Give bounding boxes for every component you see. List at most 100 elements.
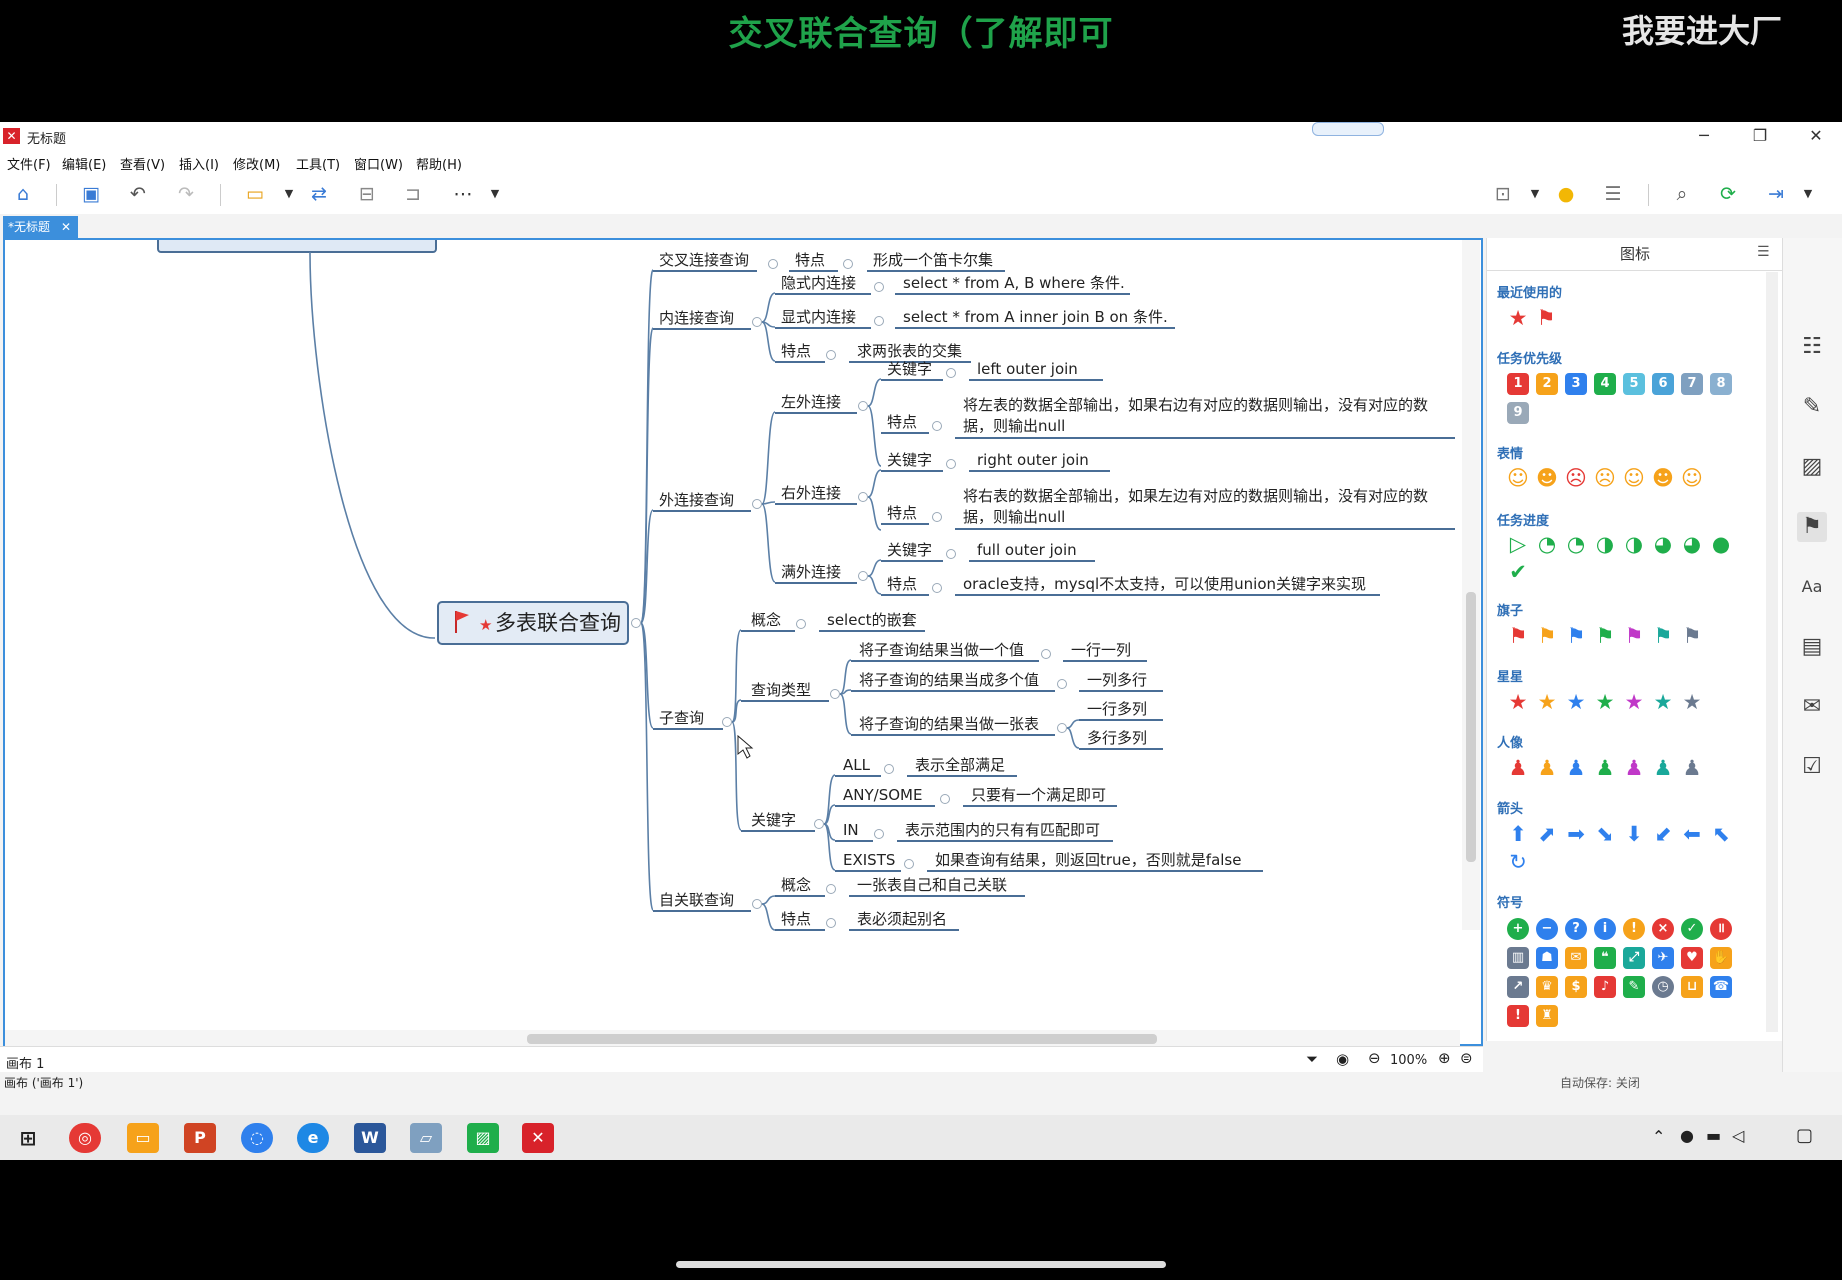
arrow-down-right-icon[interactable]: ⬊ [1592, 822, 1618, 846]
progress-start-icon[interactable]: ▷ [1505, 532, 1531, 556]
warning-icon[interactable]: ! [1623, 918, 1645, 940]
progress-7eighth-icon[interactable]: ● [1708, 532, 1734, 556]
priority-8-icon[interactable]: 8 [1710, 373, 1732, 395]
priority-5-icon[interactable]: 5 [1623, 373, 1645, 395]
windows-start-icon[interactable]: ⊞ [12, 1123, 44, 1153]
progress-half-icon[interactable]: ◑ [1621, 532, 1647, 556]
thermometer-icon[interactable]: ! [1507, 1005, 1529, 1027]
flag-icon[interactable]: ⚑ [1534, 624, 1560, 648]
star-icon[interactable]: ★ [1650, 690, 1676, 714]
section-stars[interactable]: 星星 [1497, 666, 1523, 685]
more-icon[interactable]: ⋯ [450, 182, 476, 206]
menu-modify[interactable]: 修改(M) [233, 154, 280, 173]
chevron-up-icon[interactable]: ⌃ [1652, 1127, 1665, 1146]
star-icon[interactable]: ★ [1563, 690, 1589, 714]
save-icon[interactable]: ▣ [78, 182, 104, 206]
section-symbols[interactable]: 符号 [1497, 892, 1523, 911]
presentation-icon[interactable]: ⊡ [1490, 182, 1516, 206]
horizontal-scroll-thumb[interactable] [527, 1034, 1157, 1044]
priority-3-icon[interactable]: 3 [1565, 373, 1587, 395]
section-months[interactable]: 月份 [1497, 1038, 1523, 1041]
minus-icon[interactable]: − [1536, 918, 1558, 940]
zoom-in-icon[interactable]: ⊕ [1438, 1049, 1451, 1067]
section-progress[interactable]: 任务进度 [1497, 510, 1549, 529]
neutral-icon[interactable]: ☺ [1679, 466, 1705, 490]
export-icon[interactable]: ⇥ [1763, 182, 1789, 206]
flag-icon[interactable]: ⚑ [1679, 624, 1705, 648]
dollar-icon[interactable]: $ [1565, 976, 1587, 998]
heart-icon[interactable]: ♥ [1681, 947, 1703, 969]
pencil-icon[interactable]: ✎ [1623, 976, 1645, 998]
progress-eighth-icon[interactable]: ◔ [1534, 532, 1560, 556]
person-icon[interactable]: ♟ [1621, 756, 1647, 780]
relationship-icon[interactable]: ⇄ [306, 182, 332, 206]
menu-insert[interactable]: 插入(I) [179, 154, 219, 173]
arrow-left-icon[interactable]: ⬅ [1679, 822, 1705, 846]
undo-icon[interactable]: ↶ [125, 182, 151, 206]
star-icon[interactable]: ★ [1621, 690, 1647, 714]
panel-scrollbar[interactable] [1766, 272, 1778, 1032]
star-icon[interactable]: ★ [1592, 690, 1618, 714]
contact-icon[interactable]: ☗ [1536, 947, 1558, 969]
info-icon[interactable]: i [1594, 918, 1616, 940]
sheet-tab[interactable]: 画布 1 [6, 1053, 44, 1072]
close-button[interactable]: ✕ [1796, 124, 1836, 148]
thumbs-up-icon[interactable]: ✋ [1710, 947, 1732, 969]
microphone-icon[interactable]: ● [1680, 1126, 1694, 1145]
arrow-down-icon[interactable]: ⬇ [1621, 822, 1647, 846]
notification-icon[interactable]: ▢ [1796, 1125, 1813, 1146]
comments-icon[interactable]: ✉ [1797, 692, 1827, 722]
markers-icon[interactable]: ⚑ [1797, 512, 1827, 542]
redo-icon[interactable]: ↷ [173, 182, 199, 206]
priority-4-icon[interactable]: 4 [1594, 373, 1616, 395]
star-icon[interactable]: ★ [1534, 690, 1560, 714]
section-arrows[interactable]: 箭头 [1497, 798, 1523, 817]
restore-button[interactable]: ❐ [1740, 124, 1780, 148]
comment-icon[interactable]: ✉ [1565, 947, 1587, 969]
chevron-down-icon[interactable]: ▼ [1522, 182, 1548, 206]
trophy-icon[interactable]: ♛ [1536, 976, 1558, 998]
priority-6-icon[interactable]: 6 [1652, 373, 1674, 395]
task-icon[interactable]: ☑ [1797, 752, 1827, 782]
powerpoint-icon[interactable]: P [184, 1123, 216, 1153]
check-icon[interactable]: ✓ [1681, 918, 1703, 940]
refresh-icon[interactable]: ↻ [1505, 850, 1531, 874]
flag-icon[interactable]: ⚑ [1563, 624, 1589, 648]
person-icon[interactable]: ♟ [1650, 756, 1676, 780]
airplane-icon[interactable]: ✈ [1652, 947, 1674, 969]
menu-help[interactable]: 帮助(H) [416, 154, 462, 173]
mindmap-canvas[interactable]: ★ 多表联合查询 交叉连接查询 特点 形成一个笛卡尔集 内连接查询 隐式内连接 … [3, 238, 1483, 1046]
progress-5eighth-icon[interactable]: ◕ [1650, 532, 1676, 556]
search-icon[interactable]: ⌕ [1669, 182, 1695, 206]
cross-icon[interactable]: × [1652, 918, 1674, 940]
chevron-down-icon[interactable]: ▼ [482, 182, 508, 206]
fit-icon[interactable]: ⊜ [1460, 1049, 1473, 1067]
close-tab-icon[interactable]: ✕ [61, 216, 71, 238]
music-icon[interactable]: ♪ [1594, 976, 1616, 998]
brainstorm-icon[interactable]: ● [1553, 182, 1579, 206]
menu-edit[interactable]: 编辑(E) [62, 154, 106, 173]
filter-icon[interactable]: ⏷ [1306, 1050, 1318, 1068]
notepad-icon[interactable]: ▱ [410, 1123, 442, 1153]
priority-9-icon[interactable]: 9 [1507, 402, 1529, 424]
phone-icon[interactable]: ☎ [1710, 976, 1732, 998]
drag-handle[interactable] [1312, 122, 1384, 136]
section-flags[interactable]: 旗子 [1497, 600, 1523, 619]
person-icon[interactable]: ♟ [1592, 756, 1618, 780]
file-explorer-icon[interactable]: ▭ [127, 1123, 159, 1153]
question-icon[interactable]: ? [1565, 918, 1587, 940]
xmind-taskbar-icon[interactable]: ✕ [522, 1123, 554, 1153]
browser-icon[interactable]: ◌ [241, 1123, 273, 1153]
share-icon[interactable]: ⟳ [1715, 182, 1741, 206]
section-emotion[interactable]: 表情 [1497, 443, 1523, 462]
section-priority[interactable]: 任务优先级 [1497, 348, 1562, 367]
arrow-right-icon[interactable]: ➡ [1563, 822, 1589, 846]
flag-icon[interactable]: ⚑ [1621, 624, 1647, 648]
vertical-scroll-thumb[interactable] [1466, 592, 1476, 862]
menu-window[interactable]: 窗口(W) [354, 154, 403, 173]
volume-icon[interactable]: ◁ [1732, 1126, 1744, 1145]
cup-icon[interactable]: ♜ [1536, 1005, 1558, 1027]
priority-2-icon[interactable]: 2 [1536, 373, 1558, 395]
arrow-up-right-icon[interactable]: ⬈ [1534, 822, 1560, 846]
angry-icon[interactable]: ☹ [1563, 466, 1589, 490]
